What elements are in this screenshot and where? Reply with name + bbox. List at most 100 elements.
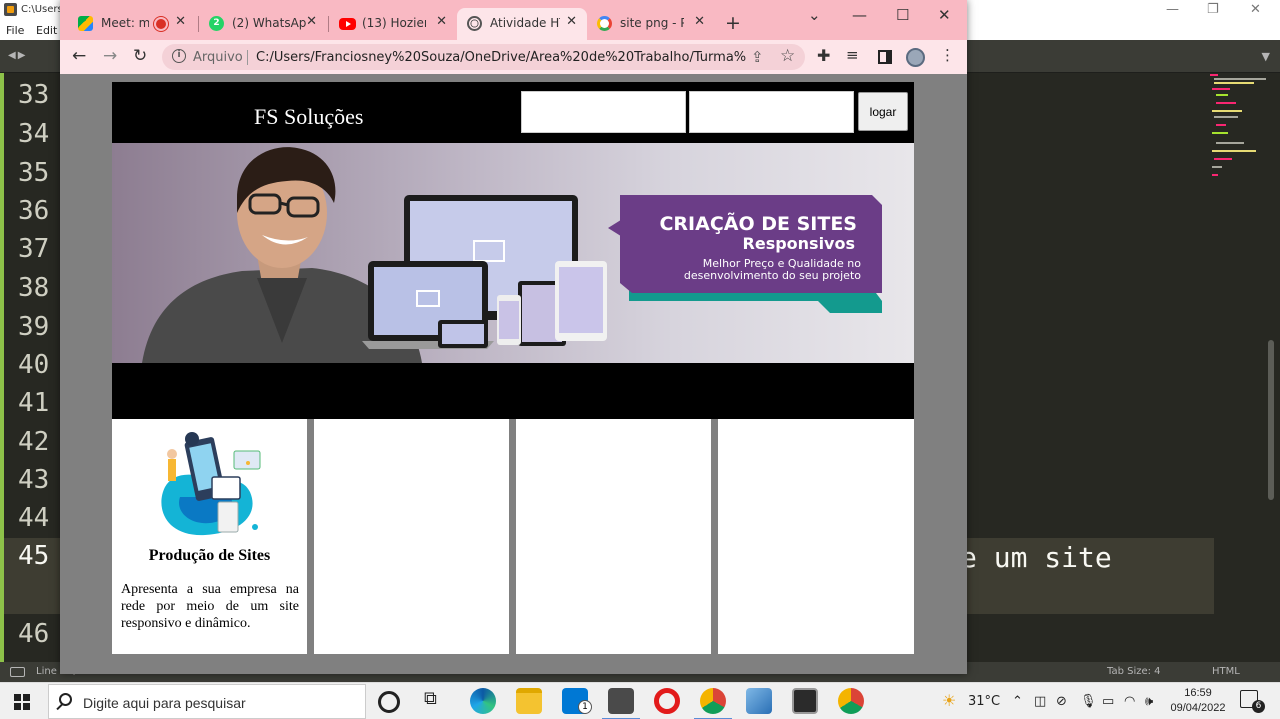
code-text[interactable]: e um site — [960, 541, 1112, 574]
hero-banner: CRIAÇÃO DE SITES Responsivos Melhor Preç… — [112, 143, 914, 363]
calculator-icon[interactable] — [792, 688, 818, 714]
line-number: 43 — [18, 465, 50, 495]
opera-icon[interactable] — [654, 688, 680, 714]
info-icon[interactable]: i — [172, 49, 186, 63]
minimap[interactable] — [1208, 72, 1268, 192]
bookmark-star-icon[interactable]: ☆ — [780, 46, 795, 66]
line-number-current: 45 — [18, 541, 50, 571]
weather-icon[interactable]: ☀ — [942, 691, 956, 710]
sublime-app-icon — [4, 3, 17, 16]
login-password-input[interactable] — [689, 91, 854, 133]
editor-title: C:\Users — [21, 4, 63, 15]
network-off-icon[interactable]: ⊘ — [1056, 694, 1067, 709]
address-bar[interactable]: i Arquivo C:/Users/Franciosney%20Souza/O… — [162, 44, 805, 70]
file-explorer-icon[interactable] — [516, 688, 542, 714]
tab-dropdown-icon[interactable]: ▼ — [1262, 50, 1270, 63]
syntax-mode[interactable]: HTML — [1212, 666, 1240, 677]
close-tab-icon[interactable]: ✕ — [175, 14, 186, 29]
new-tab-icon[interactable]: + — [725, 12, 741, 34]
minimize-icon[interactable]: — — [852, 6, 867, 24]
forward-icon[interactable]: → — [103, 46, 117, 66]
editor-scrollbar[interactable] — [1268, 340, 1274, 500]
windows-start-icon[interactable] — [14, 694, 30, 710]
media-control-icon[interactable]: ≡ — [846, 46, 859, 64]
tab-search-chevron-icon[interactable]: ⌄ — [808, 6, 821, 24]
browser-window: Meet: mh ✕ 2 (2) WhatsApp ✕ (13) Hozier … — [60, 0, 967, 674]
temperature[interactable]: 31°C — [968, 694, 1000, 709]
close-tab-icon[interactable]: ✕ — [566, 14, 577, 29]
line-number: 37 — [18, 234, 50, 264]
volume-icon[interactable]: 🕪︎ — [1145, 694, 1153, 709]
sublime-text-icon[interactable] — [602, 688, 640, 719]
share-icon[interactable]: ⇪ — [751, 48, 764, 66]
line-number: 40 — [18, 350, 50, 380]
minimize-icon[interactable]: — — [1166, 2, 1179, 17]
restore-icon[interactable]: ❐ — [1207, 2, 1219, 17]
chrome-icon[interactable] — [838, 688, 864, 714]
system-clock[interactable]: 16:59 09/04/2022 — [1166, 686, 1230, 716]
close-tab-icon[interactable]: ✕ — [694, 14, 705, 29]
google-meet-icon — [78, 16, 93, 31]
tab-label: Atividade HTM — [490, 16, 560, 30]
site-header: FS Soluções logar — [112, 82, 914, 143]
service-card — [516, 419, 711, 654]
chrome-icon[interactable] — [694, 688, 732, 719]
google-icon — [597, 16, 612, 31]
nav-strip — [112, 363, 914, 419]
tab-label: Meet: mh — [101, 16, 149, 30]
card-title: Produção de Sites — [148, 547, 271, 564]
tab-atividade-html[interactable]: Atividade HTM ✕ — [457, 8, 587, 40]
browser-viewport: FS Soluções logar CRIAÇÃO DE SITES Respo… — [60, 74, 967, 674]
extensions-icon[interactable]: ✚ — [817, 46, 830, 65]
banner-tagline-2: desenvolvimento do seu projeto — [684, 269, 861, 282]
search-icon — [59, 693, 72, 706]
menu-edit[interactable]: Edit — [36, 24, 57, 37]
windows-taskbar: Digite aqui para pesquisar ⧉ 1 ☀ 31°C ⌃ … — [0, 682, 1280, 719]
app-icon[interactable] — [746, 688, 772, 714]
menu-kebab-icon[interactable]: ⋮ — [940, 46, 955, 64]
close-window-icon[interactable]: ✕ — [938, 6, 951, 24]
tab-label: (13) Hozier - T — [362, 16, 426, 30]
reload-icon[interactable]: ↻ — [133, 46, 147, 66]
close-icon[interactable]: ✕ — [1250, 2, 1261, 17]
edge-icon[interactable] — [470, 688, 496, 714]
browser-toolbar: ← → ↻ i Arquivo C:/Users/Franciosney%20S… — [60, 40, 967, 74]
battery-icon[interactable]: ▭ — [1102, 694, 1114, 709]
banner-heading-2: Responsivos — [743, 234, 855, 253]
tab-size[interactable]: Tab Size: 4 — [1107, 666, 1161, 677]
tab-whatsapp[interactable]: 2 (2) WhatsApp ✕ — [199, 8, 327, 40]
line-number: 33 — [18, 80, 50, 110]
show-hidden-icons-icon[interactable]: ⌃ — [1012, 694, 1023, 709]
login-button[interactable]: logar — [858, 92, 908, 131]
maximize-icon[interactable]: ☐ — [896, 6, 909, 24]
close-tab-icon[interactable]: ✕ — [436, 14, 447, 29]
line-number: 39 — [18, 312, 50, 342]
line-number: 38 — [18, 273, 50, 303]
line-number: 34 — [18, 119, 50, 149]
taskbar-search-box[interactable]: Digite aqui para pesquisar — [48, 684, 366, 719]
profile-avatar[interactable] — [906, 48, 925, 67]
meet-now-icon[interactable]: ◫ — [1034, 694, 1046, 709]
side-panel-icon[interactable] — [878, 50, 892, 64]
address-separator — [247, 50, 248, 65]
clock-date: 09/04/2022 — [1170, 702, 1226, 714]
login-user-input[interactable] — [521, 91, 686, 133]
line-number: 42 — [18, 427, 50, 457]
tab-label: site png - Pes — [620, 16, 684, 30]
wifi-icon[interactable]: ◠ — [1124, 694, 1135, 709]
close-tab-icon[interactable]: ✕ — [306, 14, 317, 29]
line-number: 41 — [18, 388, 50, 418]
url-text[interactable]: C:/Users/Franciosney%20Souza/OneDrive/Ár… — [256, 50, 746, 65]
back-icon[interactable]: ← — [72, 46, 86, 66]
tab-site-png-search[interactable]: site png - Pes ✕ — [587, 8, 715, 40]
microphone-icon[interactable]: 🎙︎ — [1080, 694, 1097, 709]
tab-youtube[interactable]: (13) Hozier - T ✕ — [329, 8, 457, 40]
task-view-icon[interactable]: ⧉ — [424, 688, 450, 714]
panel-toggle-icon[interactable] — [10, 667, 25, 677]
line-number: 46 — [18, 619, 50, 649]
tab-nav-arrows-icon[interactable]: ◀▶ — [8, 50, 27, 61]
recording-icon — [156, 19, 166, 29]
menu-file[interactable]: File — [6, 24, 24, 37]
cortana-icon[interactable] — [378, 691, 400, 713]
tab-meet[interactable]: Meet: mh ✕ — [68, 8, 196, 40]
